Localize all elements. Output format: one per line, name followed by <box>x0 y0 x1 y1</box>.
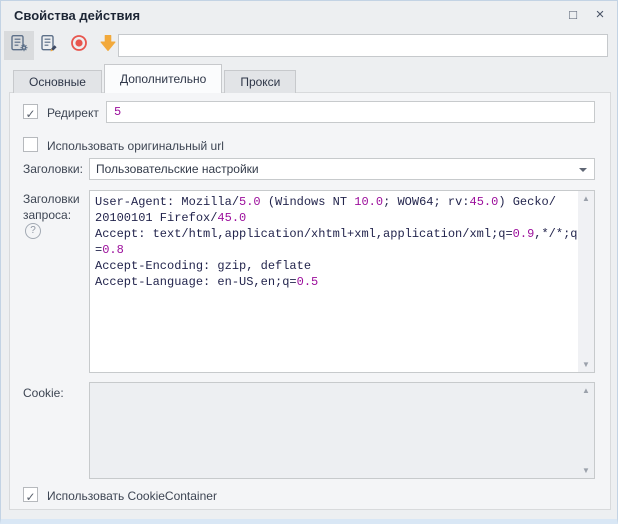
scroll-up-icon[interactable]: ▲ <box>578 194 594 203</box>
close-button[interactable]: × <box>588 4 612 26</box>
document-pencil-icon <box>40 34 59 58</box>
scroll-down-icon[interactable]: ▼ <box>578 466 594 475</box>
action-edit-button[interactable] <box>34 31 64 60</box>
redirect-label: Редирект <box>47 106 99 120</box>
request-headers-textarea[interactable]: User-Agent: Mozilla/5.0 (Windows NT 10.0… <box>89 190 595 373</box>
toolbar <box>1 29 617 63</box>
chevron-down-icon <box>579 168 587 172</box>
checkmark-icon: ✓ <box>25 490 35 504</box>
tab-strip: Основные Дополнительно Прокси <box>13 64 298 93</box>
help-icon[interactable]: ? <box>25 223 41 239</box>
down-arrow-icon <box>98 33 118 58</box>
headers-mode-select[interactable]: Пользовательские настройки <box>89 158 595 180</box>
window-title: Свойства действия <box>14 8 140 23</box>
tab-basic[interactable]: Основные <box>13 70 102 93</box>
scroll-down-icon[interactable]: ▼ <box>578 360 594 369</box>
checkmark-icon: ✓ <box>25 107 35 121</box>
maximize-icon: □ <box>569 7 577 22</box>
maximize-button[interactable]: □ <box>561 4 585 26</box>
request-headers-label: Заголовки запроса: <box>23 191 87 223</box>
action-settings-button[interactable] <box>4 31 34 60</box>
request-headers-text: User-Agent: Mozilla/5.0 (Windows NT 10.0… <box>90 191 578 372</box>
tab-content-panel: ✓ Редирект 5 Использовать оригинальный u… <box>9 92 611 510</box>
cookie-textarea[interactable]: ▲ ▼ <box>89 382 595 479</box>
toolbar-input[interactable] <box>118 34 608 57</box>
use-cookie-container-checkbox[interactable]: ✓ <box>23 487 38 502</box>
cookie-text <box>90 383 578 478</box>
document-gear-icon <box>10 34 29 58</box>
redirect-count-field[interactable]: 5 <box>106 101 595 123</box>
headers-mode-label: Заголовки: <box>23 162 83 176</box>
request-headers-scrollbar[interactable]: ▲ ▼ <box>578 191 594 372</box>
record-button[interactable] <box>64 31 94 60</box>
use-original-url-label: Использовать оригинальный url <box>47 139 224 153</box>
headers-mode-selected-value: Пользовательские настройки <box>96 162 259 176</box>
titlebar[interactable]: Свойства действия □ × <box>1 1 617 29</box>
cookie-label: Cookie: <box>23 386 64 400</box>
redirect-count-value: 5 <box>114 105 121 119</box>
scroll-up-icon[interactable]: ▲ <box>578 386 594 395</box>
action-properties-dialog: Свойства действия □ × <box>0 0 618 524</box>
use-cookie-container-label: Использовать CookieContainer <box>47 489 217 503</box>
record-icon <box>69 33 89 58</box>
cookie-scrollbar[interactable]: ▲ ▼ <box>578 383 594 478</box>
use-original-url-checkbox[interactable] <box>23 137 38 152</box>
tab-proxy[interactable]: Прокси <box>224 70 296 93</box>
close-icon: × <box>596 6 605 23</box>
tab-additional[interactable]: Дополнительно <box>104 64 222 93</box>
redirect-checkbox[interactable]: ✓ <box>23 104 38 119</box>
